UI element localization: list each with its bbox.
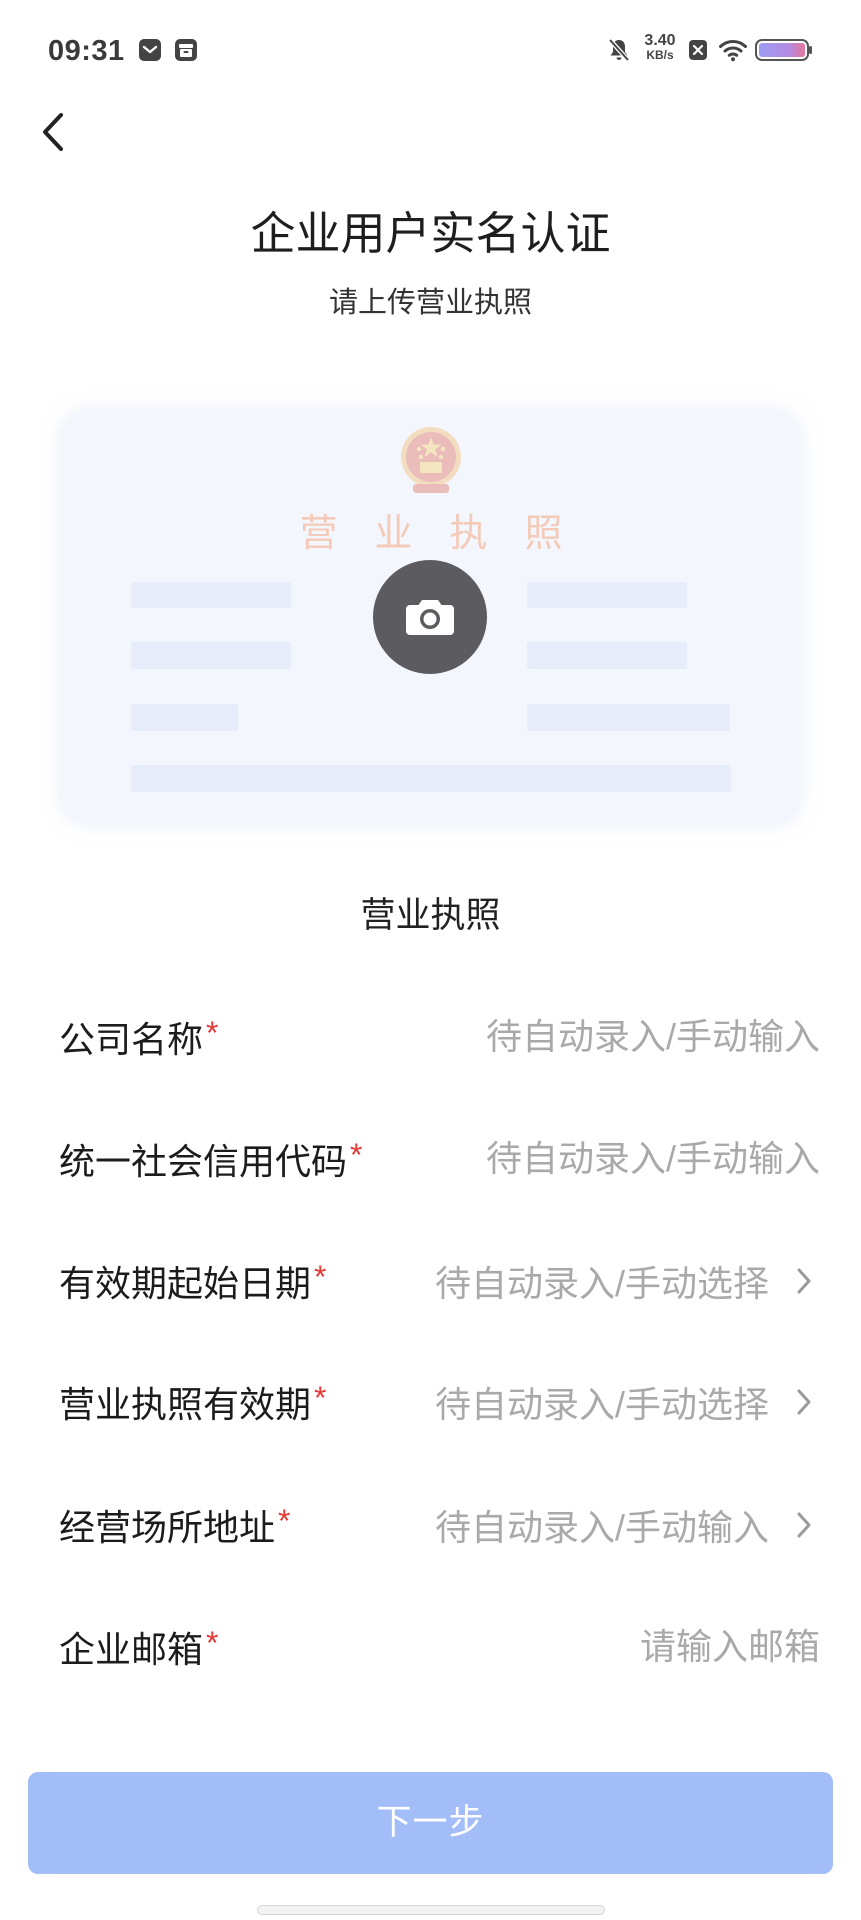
required-mark: * xyxy=(206,1624,219,1661)
sample-text-bar xyxy=(131,642,291,669)
form-row-email: 企业邮箱 * xyxy=(0,1607,861,1687)
business-address-label: 经营场所地址 xyxy=(59,1507,276,1548)
wifi-icon xyxy=(718,38,748,67)
form-row-credit-code: 统一社会信用代码 * xyxy=(0,1119,861,1199)
network-speed-unit: KB/s xyxy=(646,48,674,62)
license-validity-value: 待自动录入/手动选择 xyxy=(434,1384,769,1425)
start-date-value: 待自动录入/手动选择 xyxy=(434,1263,769,1304)
message-icon xyxy=(138,38,162,67)
chevron-left-icon xyxy=(39,111,69,153)
bell-off-icon xyxy=(607,37,631,68)
upload-caption: 营业执照 xyxy=(360,896,501,935)
required-mark: * xyxy=(314,1258,327,1295)
home-indicator xyxy=(257,1905,605,1915)
sample-text-bar xyxy=(527,704,730,731)
sample-license-title: 营业执照 xyxy=(299,511,600,555)
sample-text-bar xyxy=(131,582,291,608)
business-address-select[interactable]: 经营场所地址 * 待自动录入/手动输入 xyxy=(0,1485,861,1565)
page-title: 企业用户实名认证 xyxy=(250,208,611,259)
back-button[interactable] xyxy=(34,108,74,156)
sample-text-bar xyxy=(527,642,687,669)
chevron-right-icon xyxy=(795,1266,813,1296)
credit-code-label: 统一社会信用代码 xyxy=(59,1141,348,1182)
credit-code-input[interactable] xyxy=(382,1138,820,1180)
license-validity-select[interactable]: 营业执照有效期 * 待自动录入/手动选择 xyxy=(0,1362,861,1442)
chevron-right-icon xyxy=(795,1510,813,1540)
company-name-input[interactable] xyxy=(238,1016,820,1058)
archive-icon xyxy=(174,38,198,67)
page-subtitle: 请上传营业执照 xyxy=(328,287,532,319)
email-label: 企业邮箱 xyxy=(59,1629,204,1670)
next-step-button[interactable]: 下一步 xyxy=(28,1772,833,1874)
close-box-icon xyxy=(688,39,708,66)
camera-icon xyxy=(405,597,455,637)
start-date-label: 有效期起始日期 xyxy=(59,1263,312,1304)
battery-icon xyxy=(755,39,813,66)
status-time: 09:31 xyxy=(48,35,125,67)
network-speed: 3.40 KB/s xyxy=(637,32,683,62)
license-upload-area[interactable]: 营业执照 xyxy=(61,410,801,824)
national-emblem-icon xyxy=(391,422,471,500)
sample-text-bar xyxy=(131,765,731,792)
required-mark: * xyxy=(278,1502,291,1539)
company-name-label: 公司名称 xyxy=(59,1019,204,1060)
required-mark: * xyxy=(206,1014,219,1051)
required-mark: * xyxy=(350,1136,363,1173)
required-mark: * xyxy=(314,1379,327,1416)
form-row-company-name: 公司名称 * xyxy=(0,997,861,1077)
sample-text-bar xyxy=(527,582,687,608)
sample-text-bar xyxy=(131,704,238,731)
license-validity-label: 营业执照有效期 xyxy=(59,1384,312,1425)
business-address-value: 待自动录入/手动输入 xyxy=(434,1507,769,1548)
start-date-select[interactable]: 有效期起始日期 * 待自动录入/手动选择 xyxy=(0,1241,861,1321)
chevron-right-icon xyxy=(795,1387,813,1417)
network-speed-value: 3.40 xyxy=(644,32,676,49)
camera-upload-button[interactable] xyxy=(373,560,487,674)
email-input[interactable] xyxy=(238,1626,820,1668)
